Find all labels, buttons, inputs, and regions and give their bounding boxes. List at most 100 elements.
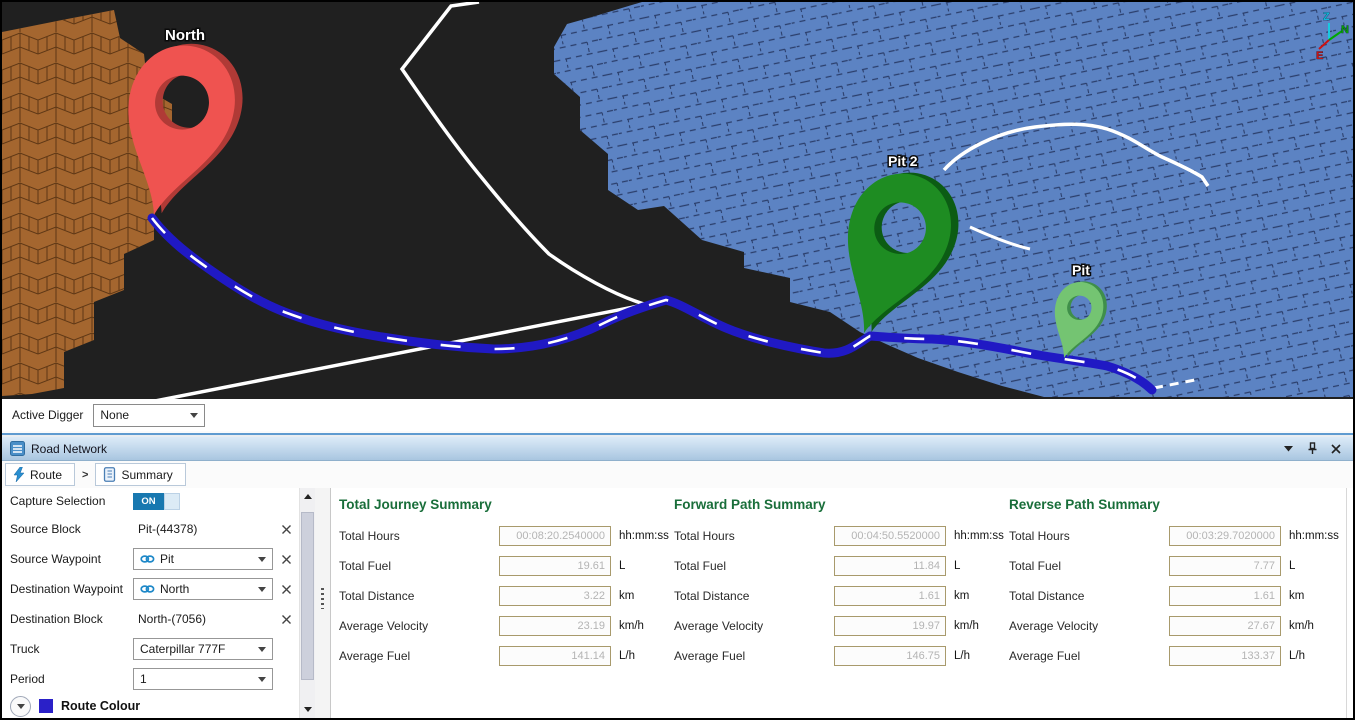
route-toolbar: Route > Summary [2,461,1353,488]
average-fuel-label: Average Fuel [674,649,746,663]
summary-dropdown-button[interactable]: Summary [95,463,186,486]
form-scrollbar[interactable] [299,488,315,718]
period-row: Period 1 [2,664,299,694]
close-panel-button[interactable] [1331,443,1341,454]
average-fuel-input[interactable] [499,646,611,666]
capture-selection-toggle[interactable]: ON [133,492,180,510]
total-hours-label: Total Hours [674,529,735,543]
close-icon [282,524,291,534]
clear-source-block-button[interactable] [282,524,291,534]
breadcrumb-separator: > [82,468,89,481]
total-fuel-input[interactable] [499,556,611,576]
reverse-path-summary: Reverse Path Summary Total Hours hh:mm:s… [1009,494,1344,671]
total-hours-label: Total Hours [339,529,400,543]
unit-label: km [619,590,635,602]
triangle-up-icon [303,494,312,499]
content-area: Capture Selection ON Source Block Pit-(4… [2,488,1353,718]
truck-label: Truck [10,642,40,656]
clear-destination-block-button[interactable] [282,614,291,624]
unit-label: L/h [954,650,970,662]
summary-row: Average Velocity km/h [674,611,1009,641]
average-fuel-label: Average Fuel [339,649,411,663]
active-digger-select[interactable]: None [93,403,206,427]
average-velocity-input[interactable] [834,616,946,636]
panel-splitter[interactable] [315,488,330,718]
unit-label: km/h [619,620,644,632]
route-colour-expander-button[interactable] [10,695,31,717]
period-value: 1 [140,672,147,686]
total-fuel-input[interactable] [834,556,946,576]
window-position-button[interactable] [1284,445,1294,452]
total-distance-label: Total Distance [674,589,750,603]
axis-e-label: E [1316,50,1323,62]
chevron-down-icon [258,556,266,562]
total-hours-input[interactable] [499,526,611,546]
summary-heading: Reverse Path Summary [1009,497,1160,512]
active-digger-label: Active Digger [12,408,84,422]
source-waypoint-value: Pit [160,552,175,566]
unit-label: L [619,560,626,572]
destination-block-row: Destination Block North-(7056) [2,604,299,634]
total-distance-label: Total Distance [339,589,415,603]
destination-waypoint-select[interactable]: North [133,578,273,600]
average-velocity-label: Average Velocity [1009,619,1099,633]
scroll-up-button[interactable] [300,488,315,505]
chevron-down-icon [258,586,266,592]
unit-label: km/h [954,620,979,632]
source-block-value: Pit-(44378) [138,522,198,536]
unit-label: hh:mm:ss [954,530,1004,542]
chevron-down-icon [258,676,266,682]
unit-label: L/h [1289,650,1305,662]
scroll-down-button[interactable] [300,701,315,718]
close-icon [282,614,291,624]
total-hours-input[interactable] [1169,526,1281,546]
total-distance-input[interactable] [499,586,611,606]
summary-row: Average Velocity km/h [339,611,674,641]
capture-selection-label: Capture Selection [10,494,106,508]
source-waypoint-row: Source Waypoint Pit [2,544,299,574]
average-velocity-input[interactable] [1169,616,1281,636]
total-distance-label: Total Distance [1009,589,1085,603]
total-fuel-input[interactable] [1169,556,1281,576]
3d-viewport[interactable]: North Pit 2 Pit Z N E [2,2,1353,399]
unit-label: hh:mm:ss [1289,530,1339,542]
truck-row: Truck Caterpillar 777F [2,634,299,664]
destination-waypoint-row: Destination Waypoint North [2,574,299,604]
application-window: North Pit 2 Pit Z N E Active Digger None… [0,0,1355,720]
toggle-on-segment: ON [133,492,164,510]
scrollbar-thumb[interactable] [301,512,314,680]
truck-select[interactable]: Caterpillar 777F [133,638,273,660]
summary-row: Total Hours hh:mm:ss [1009,521,1344,551]
route-dropdown-button[interactable]: Route [5,463,76,486]
period-label: Period [10,672,45,686]
summary-row: Total Distance km [1009,581,1344,611]
link-icon [140,585,155,593]
period-select[interactable]: 1 [133,668,273,690]
summary-row: Total Fuel L [674,551,1009,581]
summary-heading: Total Journey Summary [339,497,492,512]
close-icon [282,554,291,564]
source-block-row: Source Block Pit-(44378) [2,514,299,544]
lightning-bolt-icon [13,467,25,482]
splitter-grip-icon [321,588,324,609]
truck-value: Caterpillar 777F [140,642,226,656]
average-fuel-input[interactable] [1169,646,1281,666]
chevron-down-icon [1284,445,1293,451]
chevron-down-icon [190,412,199,418]
clear-destination-waypoint-button[interactable] [282,584,291,594]
route-colour-swatch[interactable] [39,699,53,713]
clear-source-waypoint-button[interactable] [282,554,291,564]
source-waypoint-select[interactable]: Pit [133,548,273,570]
route-colour-label: Route Colour [61,699,141,713]
scrollbar-track[interactable] [300,505,315,701]
summary-list-icon [104,467,116,482]
axis-z-label: Z [1323,11,1330,23]
average-fuel-input[interactable] [834,646,946,666]
total-distance-input[interactable] [834,586,946,606]
auto-hide-pin-button[interactable] [1307,442,1318,455]
route-form-panel: Capture Selection ON Source Block Pit-(4… [2,488,299,718]
total-distance-input[interactable] [1169,586,1281,606]
total-hours-input[interactable] [834,526,946,546]
average-velocity-input[interactable] [499,616,611,636]
active-digger-row: Active Digger None [2,399,1353,431]
